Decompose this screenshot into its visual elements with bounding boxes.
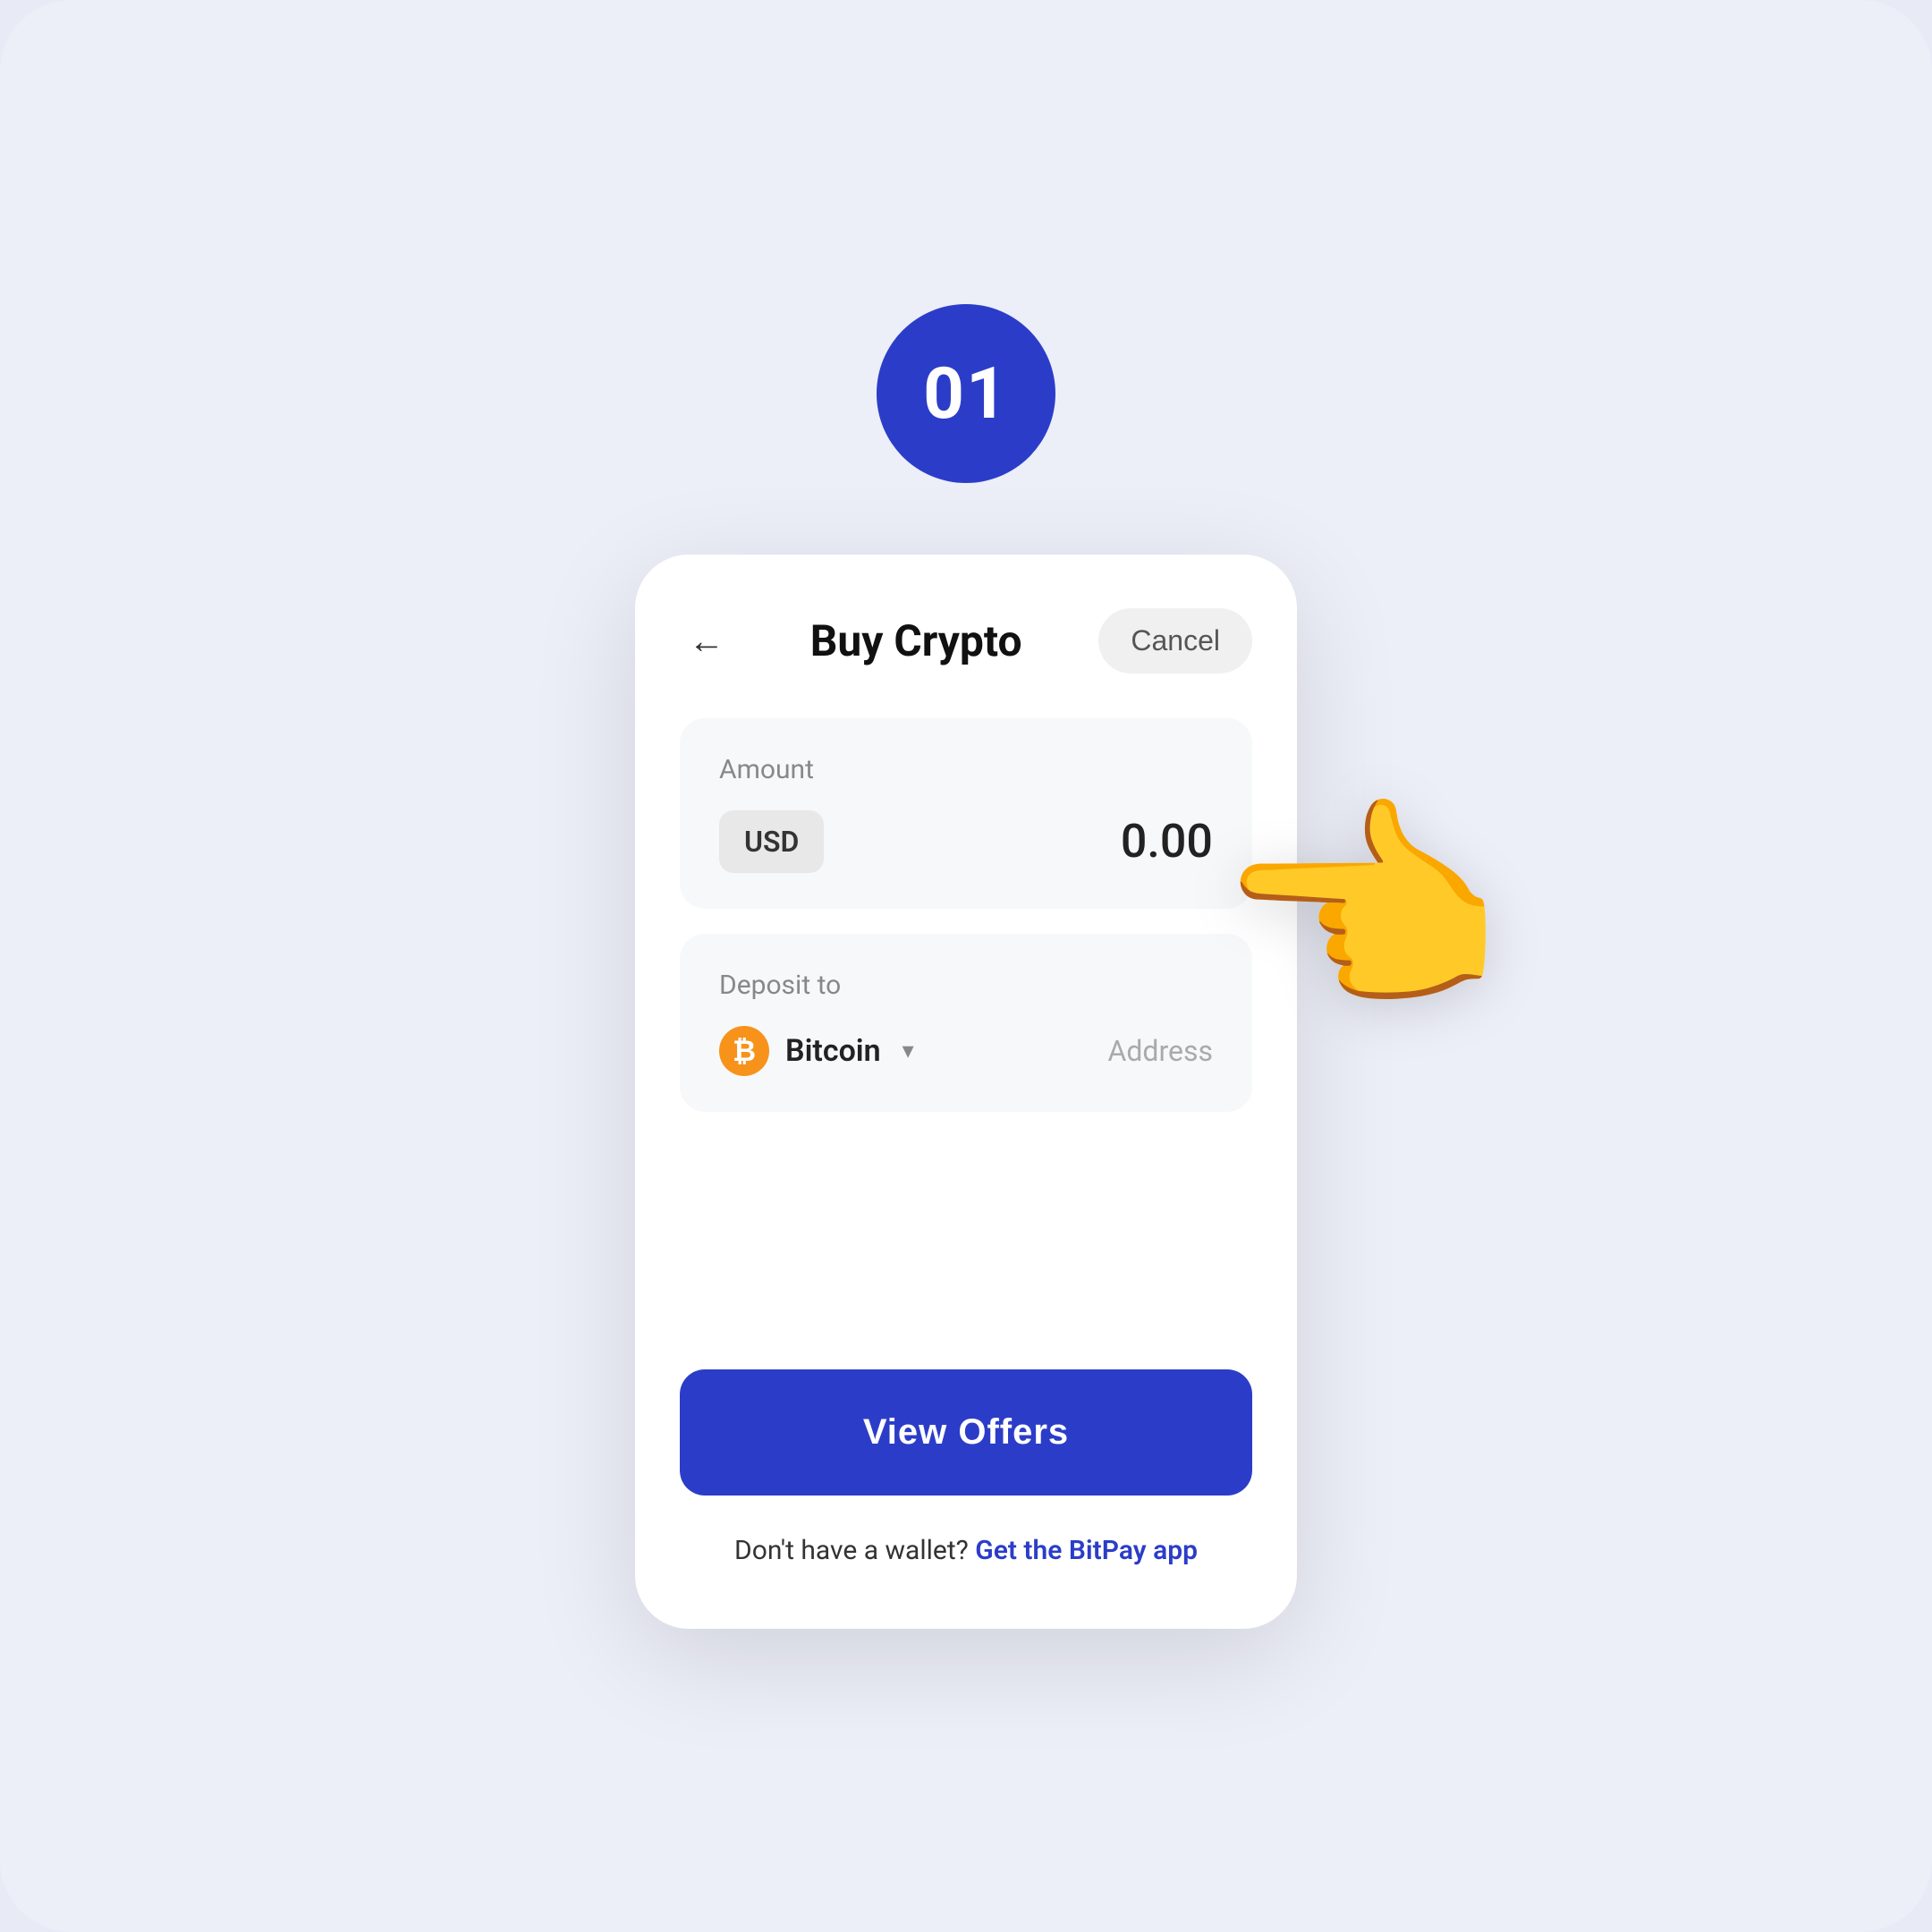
bitcoin-icon: ₿ [719,1026,769,1076]
no-wallet-text: Don't have a wallet? [734,1535,969,1566]
page-title: Buy Crypto [810,615,1022,666]
address-placeholder[interactable]: Address [1107,1034,1213,1068]
phone-container: 👉 ← Buy Crypto Cancel Amount USD 0.00 [635,555,1297,1629]
back-arrow-icon: ← [689,620,724,662]
phone-card: ← Buy Crypto Cancel Amount USD 0.00 Depo… [635,555,1297,1629]
bitcoin-label: Bitcoin [785,1033,881,1069]
page-background: 01 👉 ← Buy Crypto Cancel Amount USD 0.00 [0,0,1932,1932]
bitcoin-selector[interactable]: ₿ Bitcoin ▾ [719,1026,914,1076]
header: ← Buy Crypto Cancel [680,608,1252,674]
amount-section: Amount USD 0.00 [680,718,1252,909]
step-badge: 01 [877,304,1055,483]
view-offers-button[interactable]: View Offers [680,1369,1252,1496]
deposit-label: Deposit to [719,970,1213,1001]
deposit-row: ₿ Bitcoin ▾ Address [719,1026,1213,1076]
bitpay-app-link[interactable]: Get the BitPay app [975,1535,1198,1566]
currency-badge[interactable]: USD [719,810,824,873]
chevron-down-icon: ▾ [902,1038,914,1064]
deposit-section: Deposit to ₿ Bitcoin ▾ Address [680,934,1252,1112]
content-spacer [680,1137,1252,1369]
back-button[interactable]: ← [680,614,733,667]
amount-row: USD 0.00 [719,810,1213,873]
amount-label: Amount [719,754,1213,785]
footer-text: Don't have a wallet? Get the BitPay app [680,1535,1252,1566]
cancel-button[interactable]: Cancel [1098,608,1252,674]
step-number: 01 [923,352,1009,436]
amount-value[interactable]: 0.00 [1121,814,1213,869]
